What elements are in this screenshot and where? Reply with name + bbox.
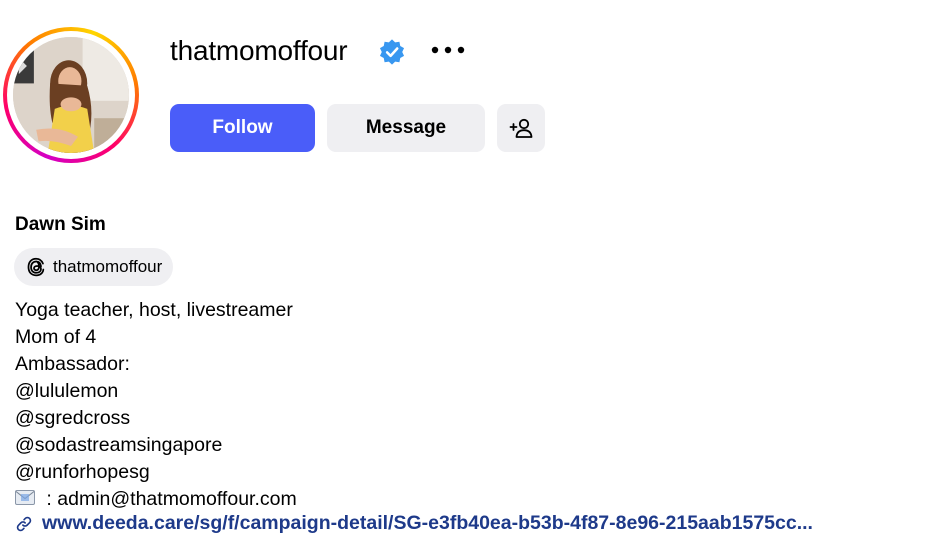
bio-mention-runforhopesg[interactable]: @runforhopesg [15, 459, 297, 486]
profile-full-name: Dawn Sim [15, 214, 106, 235]
threads-handle: thatmomoffour [53, 257, 163, 276]
bio-mention-lululemon[interactable]: @lululemon [15, 378, 297, 405]
suggested-users-button[interactable] [497, 104, 545, 152]
threads-icon [27, 257, 45, 277]
avatar[interactable] [13, 37, 129, 153]
verified-badge-icon [379, 39, 405, 65]
person-add-icon [509, 118, 533, 138]
bio-mention-sodastreamsingapore[interactable]: @sodastreamsingapore [15, 432, 297, 459]
profile-link-row[interactable]: www.deeda.care/sg/f/campaign-detail/SG-e… [15, 512, 813, 535]
profile-username: thatmomoffour [170, 35, 348, 66]
avatar-gap [7, 31, 135, 159]
follow-button[interactable]: Follow [170, 104, 315, 152]
bio-line: Mom of 4 [15, 326, 97, 348]
bio-email-line: : admin@thatmomoffour.com [15, 486, 297, 513]
bio-mention-sgredcross[interactable]: @sgredcross [15, 405, 297, 432]
envelope-icon [15, 490, 35, 505]
message-button[interactable]: Message [327, 104, 485, 152]
avatar-photo [13, 37, 129, 153]
bio-email-text: : admin@thatmomoffour.com [46, 488, 297, 510]
bio-line: Yoga teacher, host, livestreamer [15, 299, 293, 321]
profile-link-text[interactable]: www.deeda.care/sg/f/campaign-detail/SG-e… [42, 512, 813, 535]
avatar-story-ring[interactable] [3, 27, 139, 163]
bio-line: Ambassador: [15, 353, 130, 375]
profile-bio: Yoga teacher, host, livestreamer Mom of … [15, 297, 297, 513]
link-icon [16, 516, 32, 531]
more-horizontal-icon [431, 46, 465, 54]
threads-badge-link[interactable]: thatmomoffour [14, 248, 174, 286]
more-options-button[interactable] [428, 34, 468, 66]
